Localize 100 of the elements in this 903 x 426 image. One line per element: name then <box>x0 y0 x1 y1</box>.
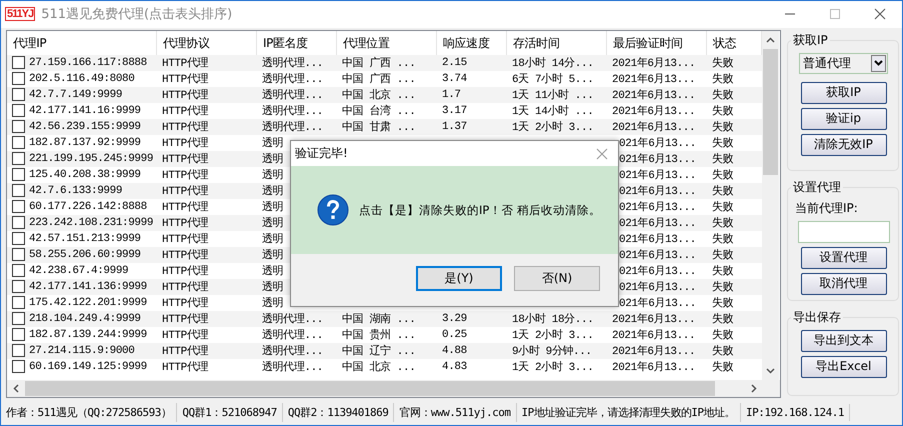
dialog-button[interactable]: 是(Y) <box>416 266 502 291</box>
row-checkbox[interactable] <box>12 344 25 358</box>
table-cell-text: 1天 14小时 ... <box>512 104 594 118</box>
action-button[interactable]: 验证ip <box>800 108 886 130</box>
row-checkbox[interactable] <box>12 360 25 374</box>
table-cell: 42.238.67.4:9999 <box>29 264 128 277</box>
table-cell-text: HTTP代理 <box>162 232 208 246</box>
table-cell-text: 失败 <box>712 264 734 278</box>
table-cell-text: HTTP代理 <box>162 168 208 182</box>
table-cell-text: 透明代理... <box>262 120 324 134</box>
table-cell: 218.104.249.4:9999 <box>29 312 141 325</box>
table-cell: 0.25 <box>442 328 467 341</box>
table-cell-text: 021年6月13... <box>619 248 696 262</box>
action-button[interactable]: 取消代理 <box>800 272 886 295</box>
action-button[interactable]: 导出到文本 <box>800 330 886 352</box>
table-cell-text: 021年6月13... <box>619 200 696 214</box>
dialog-message: 点击【是】清除失败的IP！否 稍后收动清除。 <box>359 202 601 218</box>
action-button[interactable]: 导出Excel <box>800 356 886 378</box>
action-button[interactable]: 设置代理 <box>800 246 886 269</box>
table-cell-text: 中国 贵州 ... <box>342 328 416 342</box>
table-cell-text: HTTP代理 <box>162 120 208 134</box>
table-cell-text: 失败 <box>712 344 734 358</box>
table-cell-text: 中国 辽宁 ... <box>342 344 416 358</box>
table-cell-text: HTTP代理 <box>162 56 208 70</box>
table-cell-text: 透明 <box>262 216 284 230</box>
scroll-up-icon[interactable] <box>766 36 775 43</box>
table-cell-text: 2021年6月13... <box>612 328 696 342</box>
table-cell-text: 021年6月13... <box>619 232 696 246</box>
row-checkbox[interactable] <box>12 296 25 310</box>
row-checkbox[interactable] <box>12 248 25 262</box>
table-cell: 42.7.7.149:9999 <box>29 88 122 101</box>
table-cell-text: 失败 <box>712 72 734 86</box>
row-checkbox[interactable] <box>12 184 25 198</box>
row-checkbox[interactable] <box>12 56 25 70</box>
table-cell-text: 透明 <box>262 280 284 294</box>
table-cell-text: HTTP代理 <box>162 104 208 118</box>
group-title: 设置代理 <box>792 178 842 196</box>
table-cell-text: 失败 <box>712 328 734 342</box>
table-cell-text: 失败 <box>712 56 734 70</box>
table-cell: 58.255.206.60:9999 <box>29 248 141 261</box>
table-cell-text: 2021年6月13... <box>612 56 696 70</box>
table-cell: 2.15 <box>442 56 467 69</box>
row-checkbox[interactable] <box>12 152 25 166</box>
row-checkbox[interactable] <box>12 136 25 150</box>
table-cell-text: 失败 <box>712 88 734 102</box>
table-cell: 27.214.115.9:9000 <box>29 344 134 357</box>
table-cell-text: 透明 <box>262 248 284 262</box>
table-cell-text: 2021年6月13... <box>612 344 696 358</box>
table-cell-text: 中国 湖南 ... <box>342 312 416 326</box>
row-checkbox[interactable] <box>12 200 25 214</box>
proxy-ip-field[interactable] <box>798 220 890 243</box>
status-text: 官网：www.511yj.com <box>394 402 517 422</box>
row-checkbox[interactable] <box>12 104 25 118</box>
group-title: 导出保存 <box>792 308 842 326</box>
table-cell: 60.177.226.142:8888 <box>29 200 147 213</box>
table-cell-text: 透明 <box>262 232 284 246</box>
table-cell-text: 1天 2小时 3... <box>512 120 594 134</box>
table-cell: 3.29 <box>442 312 467 325</box>
row-checkbox[interactable] <box>12 88 25 102</box>
table-cell-text: HTTP代理 <box>162 184 208 198</box>
table-cell-text: 021年6月13... <box>619 184 696 198</box>
row-checkbox[interactable] <box>12 328 25 342</box>
action-button[interactable]: 获取IP <box>800 82 886 104</box>
action-button[interactable]: 清除无效IP <box>800 134 886 156</box>
dialog-title: 验证完毕! <box>295 145 348 162</box>
scroll-left-icon[interactable] <box>13 384 19 393</box>
table-cell: 1.7 <box>442 88 461 101</box>
table-cell-text: 透明 <box>262 152 284 166</box>
row-checkbox[interactable] <box>12 280 25 294</box>
table-cell: 175.42.122.201:9999 <box>29 296 147 309</box>
table-cell-text: 2021年6月13... <box>612 72 696 86</box>
table-cell-text: 中国 甘肃 ... <box>342 120 416 134</box>
row-checkbox[interactable] <box>12 72 25 86</box>
table-cell-text: 6天 7小时 5... <box>512 72 594 86</box>
table-cell-text: 透明代理... <box>262 360 324 374</box>
table-cell-text: 透明代理... <box>262 72 324 86</box>
scroll-down-icon[interactable] <box>766 368 775 374</box>
row-checkbox[interactable] <box>12 312 25 326</box>
row-checkbox[interactable] <box>12 120 25 134</box>
vertical-scrollbar[interactable] <box>762 30 779 380</box>
table-cell: 3.17 <box>442 104 467 117</box>
table-cell-text: 1天 2小时 3... <box>512 328 594 342</box>
table-cell: 42.57.151.213:9999 <box>29 232 141 245</box>
scroll-right-icon[interactable] <box>751 384 757 393</box>
proxy-type-dropdown[interactable]: 普通代理 <box>799 52 888 74</box>
status-text: QQ群1：521068947 <box>177 402 283 422</box>
row-checkbox[interactable] <box>12 168 25 182</box>
table-cell-text: 021年6月13... <box>619 264 696 278</box>
close-icon[interactable] <box>874 8 886 20</box>
table-cell-text: 2021年6月13... <box>612 120 696 134</box>
row-checkbox[interactable] <box>12 232 25 246</box>
row-checkbox[interactable] <box>12 264 25 278</box>
table-cell-text: 中国 台湾 ... <box>342 104 416 118</box>
status-text: IP:192.168.124.1 <box>741 404 850 421</box>
dialog-button[interactable]: 否(N) <box>514 266 600 291</box>
group-title: 获取IP <box>792 32 829 49</box>
row-checkbox[interactable] <box>12 216 25 230</box>
table-cell-text: 021年6月13... <box>619 280 696 294</box>
table-cell-text: 失败 <box>712 216 734 230</box>
table-cell-text: 中国 广西 ... <box>342 72 416 86</box>
